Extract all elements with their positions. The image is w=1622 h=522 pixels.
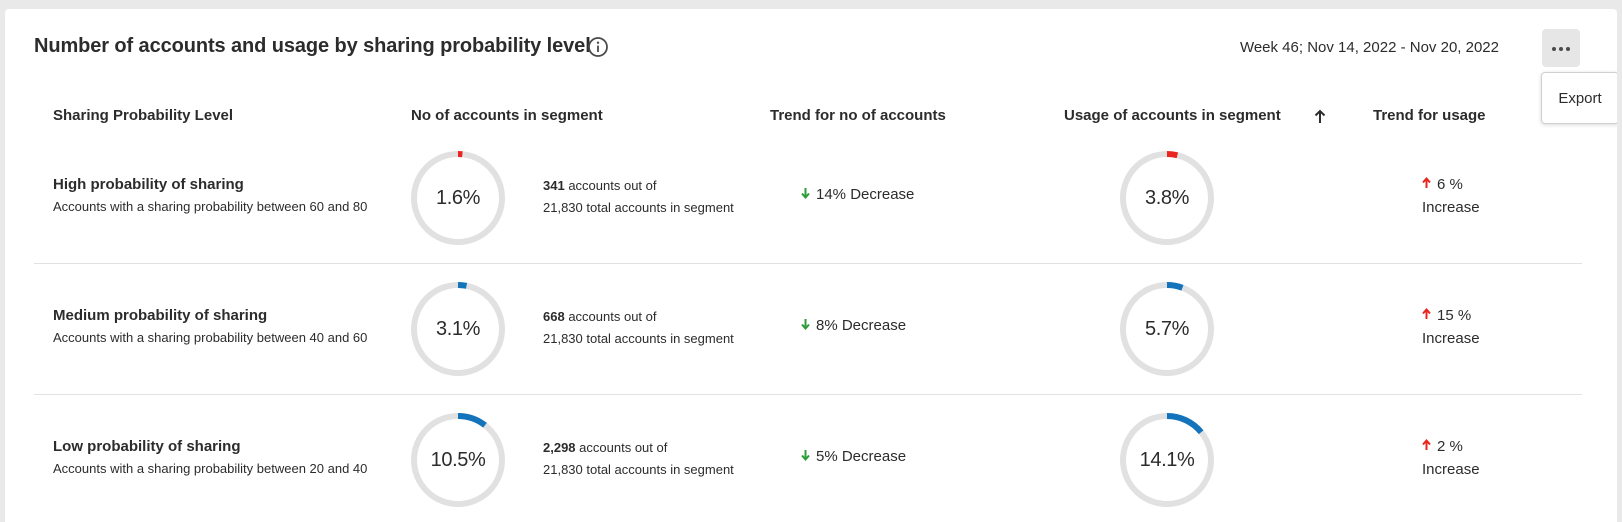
table-row: Medium probability of sharing Accounts w… <box>34 264 1582 395</box>
accounts-total: 21,830 total accounts in segment <box>543 462 734 477</box>
date-range: Week 46; Nov 14, 2022 - Nov 20, 2022 <box>1239 39 1499 56</box>
more-horizontal-icon <box>1551 39 1571 57</box>
level-name: Low probability of sharing <box>53 438 241 455</box>
card-title: Number of accounts and usage by sharing … <box>34 35 591 57</box>
level-name: High probability of sharing <box>53 176 244 193</box>
table-row: Low probability of sharing Accounts with… <box>34 395 1582 522</box>
accounts-trend: 5% Decrease <box>801 448 906 465</box>
level-description: Accounts with a sharing probability betw… <box>53 199 368 214</box>
accounts-detail: 2,298 accounts out of 21,830 total accou… <box>543 437 734 481</box>
usage-trend-value: 6 % <box>1437 176 1463 193</box>
accounts-percent-label: 1.6% <box>436 186 480 209</box>
actions-menu: Export <box>1541 72 1617 124</box>
usage-trend: 15 % Increase <box>1422 304 1480 350</box>
arrow-up-icon <box>1422 304 1431 327</box>
usage-trend-word: Increase <box>1422 330 1480 347</box>
accounts-detail: 668 accounts out of 21,830 total account… <box>543 306 734 350</box>
export-menu-item[interactable]: Export <box>1542 73 1617 123</box>
table-row: High probability of sharing Accounts wit… <box>34 133 1582 264</box>
accounts-detail: 341 accounts out of 21,830 total account… <box>543 175 734 219</box>
more-actions-button[interactable] <box>1542 29 1580 67</box>
sort-ascending-icon[interactable] <box>1313 109 1327 125</box>
info-icon[interactable] <box>587 36 609 58</box>
usage-trend: 6 % Increase <box>1422 173 1480 219</box>
accounts-count: 341 <box>543 178 565 193</box>
accounts-donut: 10.5% <box>408 410 508 510</box>
column-header-accounts: No of accounts in segment <box>411 107 603 124</box>
accounts-trend-text: 14% Decrease <box>816 186 915 203</box>
accounts-total: 21,830 total accounts in segment <box>543 200 734 215</box>
usage-trend-value: 15 % <box>1437 307 1472 324</box>
accounts-count: 2,298 <box>543 440 576 455</box>
usage-percent-label: 3.8% <box>1145 186 1189 209</box>
accounts-percent-label: 10.5% <box>430 448 486 471</box>
chart-card: Number of accounts and usage by sharing … <box>5 9 1617 522</box>
usage-percent-label: 5.7% <box>1145 317 1189 340</box>
usage-percent-label: 14.1% <box>1139 448 1195 471</box>
column-header-accounts-trend: Trend for no of accounts <box>770 107 946 124</box>
accounts-count: 668 <box>543 309 565 324</box>
accounts-total: 21,830 total accounts in segment <box>543 331 734 346</box>
arrow-up-icon <box>1422 435 1431 458</box>
usage-trend-word: Increase <box>1422 199 1480 216</box>
usage-trend: 2 % Increase <box>1422 435 1480 481</box>
column-header-level: Sharing Probability Level <box>53 107 234 124</box>
usage-donut: 5.7% <box>1117 279 1217 379</box>
usage-trend-value: 2 % <box>1437 438 1463 455</box>
column-header-usage-trend: Trend for usage <box>1373 107 1486 124</box>
accounts-out-of-label: accounts out of <box>568 178 657 193</box>
accounts-donut: 3.1% <box>408 279 508 379</box>
arrow-down-icon <box>801 317 810 334</box>
arrow-up-icon <box>1422 173 1431 196</box>
accounts-trend: 8% Decrease <box>801 317 906 334</box>
accounts-trend-text: 5% Decrease <box>816 448 907 465</box>
usage-donut: 14.1% <box>1117 410 1217 510</box>
accounts-out-of-label: accounts out of <box>568 309 657 324</box>
level-description: Accounts with a sharing probability betw… <box>53 461 368 476</box>
usage-donut: 3.8% <box>1117 148 1217 248</box>
column-header-usage[interactable]: Usage of accounts in segment <box>1064 107 1281 124</box>
level-name: Medium probability of sharing <box>53 307 268 324</box>
level-description: Accounts with a sharing probability betw… <box>53 330 368 345</box>
accounts-trend-text: 8% Decrease <box>816 317 907 334</box>
arrow-down-icon <box>801 448 810 465</box>
usage-trend-word: Increase <box>1422 461 1480 478</box>
arrow-down-icon <box>801 186 810 203</box>
accounts-percent-label: 3.1% <box>436 317 480 340</box>
accounts-out-of-label: accounts out of <box>579 440 668 455</box>
accounts-trend: 14% Decrease <box>801 186 914 203</box>
accounts-donut: 1.6% <box>408 148 508 248</box>
